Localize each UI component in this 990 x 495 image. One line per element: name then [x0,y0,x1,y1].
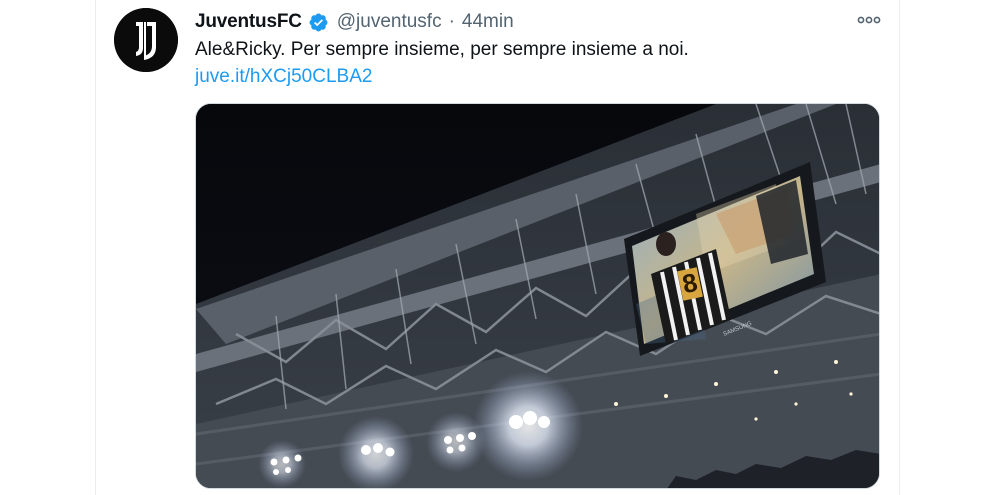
author-name[interactable]: JuventusFC [195,11,302,33]
author-handle[interactable]: @juventusfc [337,11,442,33]
more-options-icon[interactable] [856,8,882,32]
tweet-card[interactable]: JuventusFC @juventusfc · 44min Ale&Ricky… [95,0,900,495]
stadium-photo: 8 SAMSUNG [196,104,879,488]
timestamp[interactable]: 44min [462,11,514,33]
tweet-link[interactable]: juve.it/hXCj50CLBA2 [195,64,372,89]
tweet-text: Ale&Ricky. Per sempre insieme, per sempr… [195,39,689,60]
tweet-media-image[interactable]: 8 SAMSUNG [195,103,880,489]
separator-dot: · [448,11,455,32]
avatar[interactable] [114,8,178,72]
juventus-logo-icon [114,8,178,72]
verified-badge-icon [308,12,329,33]
tweet-header: JuventusFC @juventusfc · 44min [195,9,514,35]
